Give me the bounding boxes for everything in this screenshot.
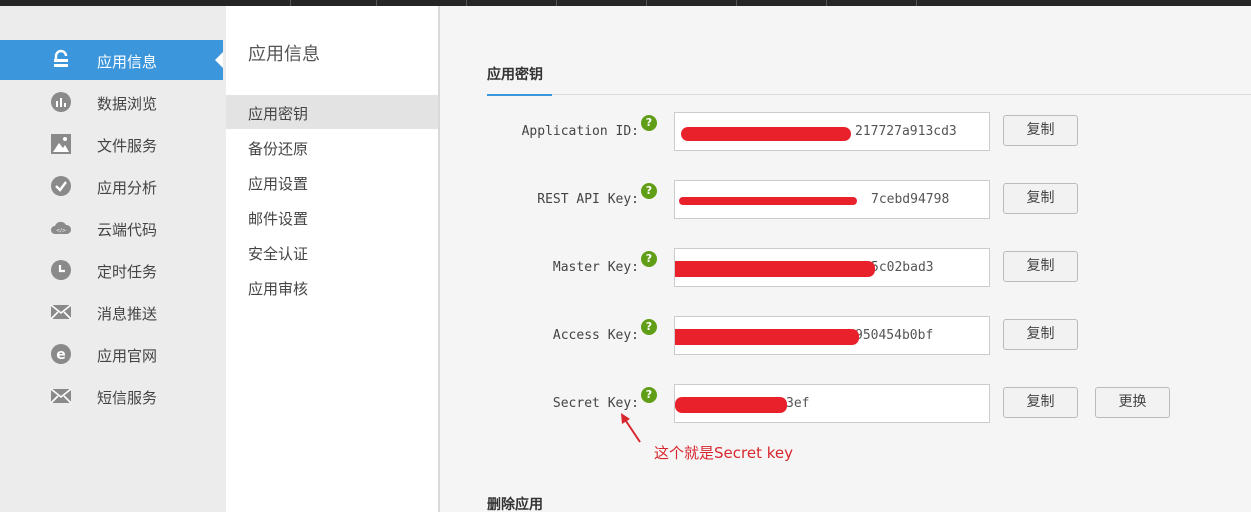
sidebar-item-label: 定时任务	[97, 263, 158, 281]
copy-button[interactable]: 复制	[1003, 251, 1078, 282]
sidebar-item-label: 云端代码	[97, 221, 158, 239]
sidebar-item-label: 应用分析	[97, 179, 158, 197]
key-row-secret-key: Secret Key: ? 3ef 复制 更换	[442, 384, 1251, 424]
access-key-field[interactable]: 950454b0bf	[674, 316, 990, 355]
help-icon[interactable]: ?	[641, 183, 657, 199]
master-key-field[interactable]: 5c02bad3	[674, 248, 990, 287]
application-id-field[interactable]: 217727a913cd3	[674, 112, 990, 151]
sidebar-item-scheduled-tasks[interactable]: 定时任务	[0, 250, 223, 290]
rest-api-key-field[interactable]: 7cebd94798	[674, 180, 990, 219]
image-icon	[51, 134, 71, 154]
section-divider-accent	[487, 94, 552, 96]
secret-key-field[interactable]: 3ef	[674, 384, 990, 423]
subnav-item-email-settings[interactable]: 邮件设置	[226, 200, 438, 234]
sidebar-item-push[interactable]: 消息推送	[0, 292, 223, 332]
key-label: Access Key:	[552, 328, 639, 343]
annotation-arrow-icon	[621, 413, 641, 443]
redaction-mark	[675, 397, 787, 413]
cloud-icon: </>	[51, 221, 72, 234]
sidebar-item-label: 消息推送	[97, 305, 158, 323]
copy-button[interactable]: 复制	[1003, 183, 1078, 214]
check-circle-icon	[51, 176, 71, 196]
delete-app-title: 删除应用	[487, 497, 543, 512]
subnav-item-review[interactable]: 应用审核	[226, 270, 438, 304]
key-row-application-id: Application ID: ? 217727a913cd3 复制	[442, 112, 1251, 152]
key-label: Secret Key:	[552, 396, 639, 411]
help-icon[interactable]: ?	[641, 115, 657, 131]
section-title: 应用密钥	[487, 67, 543, 83]
key-row-rest-api-key: REST API Key: ? 7cebd94798 复制	[442, 180, 1251, 220]
copy-button[interactable]: 复制	[1003, 115, 1078, 146]
redaction-mark	[679, 197, 857, 205]
main-content: 应用密钥 Application ID: ? 217727a913cd3 复制 …	[442, 6, 1251, 512]
copy-button[interactable]: 复制	[1003, 319, 1078, 350]
reset-button[interactable]: 更换	[1095, 387, 1170, 418]
sidebar-item-cloud-code[interactable]: </> 云端代码	[0, 208, 223, 248]
sidebar-item-analytics[interactable]: 应用分析	[0, 166, 223, 206]
sidebar-item-website[interactable]: e 应用官网	[0, 334, 223, 374]
sidebar-item-label: 应用信息	[97, 53, 158, 71]
envelope-icon	[50, 388, 72, 404]
key-label: Application ID:	[521, 124, 639, 139]
sidebar-item-label: 短信服务	[97, 389, 158, 407]
subnav-item-label: 备份还原	[248, 140, 309, 158]
subnav-item-label: 应用设置	[248, 175, 309, 193]
section-divider	[487, 94, 1251, 95]
lock-icon	[54, 49, 68, 67]
sidebar-item-label: 文件服务	[97, 137, 158, 155]
copy-button[interactable]: 复制	[1003, 387, 1078, 418]
clock-icon	[51, 260, 71, 280]
subnav-item-app-settings[interactable]: 应用设置	[226, 165, 438, 199]
subnav-title: 应用信息	[248, 44, 320, 65]
key-value: 7cebd94798	[871, 192, 950, 207]
key-row-master-key: Master Key: ? 5c02bad3 复制	[442, 248, 1251, 288]
sidebar-item-file-service[interactable]: 文件服务	[0, 124, 223, 164]
ie-icon: e	[51, 344, 71, 364]
sidebar-item-app-info[interactable]: 应用信息	[0, 40, 223, 80]
subnav-item-label: 应用审核	[248, 280, 309, 298]
help-icon[interactable]: ?	[641, 319, 657, 335]
key-value: 950454b0bf	[855, 328, 934, 343]
help-icon[interactable]: ?	[641, 387, 657, 403]
key-label: Master Key:	[552, 260, 639, 275]
subnav-item-label: 应用密钥	[248, 105, 309, 123]
redaction-mark	[675, 329, 859, 345]
sidebar-item-data-browse[interactable]: 数据浏览	[0, 82, 223, 122]
sidebar-item-label: 应用官网	[97, 347, 158, 365]
svg-text:e: e	[56, 347, 66, 363]
annotation-text: 这个就是Secret key	[654, 444, 793, 462]
key-row-access-key: Access Key: ? 950454b0bf 复制	[442, 316, 1251, 356]
sub-nav: 应用信息 应用密钥 备份还原 应用设置 邮件设置 安全认证 应用审核	[226, 6, 440, 512]
sidebar-item-label: 数据浏览	[97, 95, 158, 113]
svg-text:</>: </>	[56, 228, 66, 234]
key-value: 217727a913cd3	[855, 124, 957, 139]
chart-icon	[51, 92, 71, 112]
redaction-mark	[681, 127, 851, 141]
help-icon[interactable]: ?	[641, 251, 657, 267]
key-label: REST API Key:	[537, 192, 639, 207]
sidebar-item-sms[interactable]: 短信服务	[0, 376, 223, 416]
subnav-item-app-keys[interactable]: 应用密钥	[226, 95, 438, 129]
subnav-item-security[interactable]: 安全认证	[226, 235, 438, 269]
envelope-icon	[50, 304, 72, 320]
redaction-mark	[675, 261, 875, 277]
key-value: 3ef	[786, 396, 810, 411]
subnav-item-backup[interactable]: 备份还原	[226, 130, 438, 164]
subnav-item-label: 邮件设置	[248, 210, 309, 228]
key-value: 5c02bad3	[871, 260, 934, 275]
sidebar: 应用信息 数据浏览 文件服务 应用分析 </> 云端代码 定时任务 消息推送 e…	[0, 6, 226, 512]
subnav-item-label: 安全认证	[248, 245, 309, 263]
